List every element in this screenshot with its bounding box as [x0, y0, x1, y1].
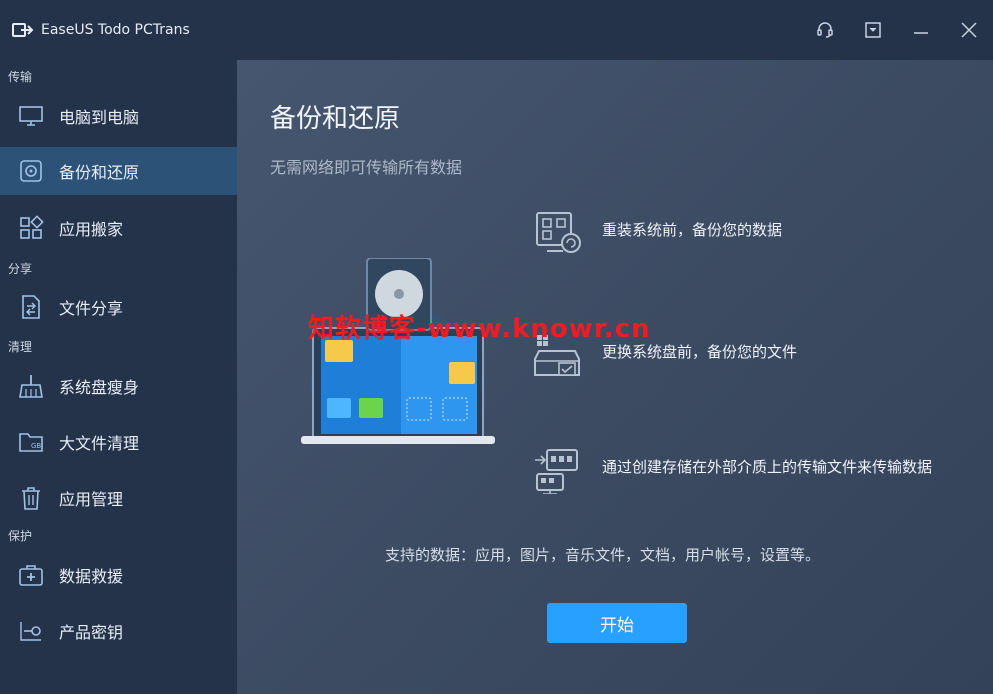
section-label-share: 分享 — [8, 262, 33, 276]
sidebar-item-label: 应用搬家 — [59, 220, 124, 239]
sidebar-item-label: 大文件清理 — [59, 434, 140, 453]
page-title: 备份和还原 — [270, 104, 401, 134]
gb-folder-icon: GB — [19, 433, 43, 452]
easeus-logo-icon — [12, 23, 34, 37]
external-transfer-icon — [535, 449, 578, 494]
app-grid-icon — [20, 215, 44, 239]
section-label-clean: 清理 — [8, 340, 33, 354]
window-controls — [801, 0, 993, 60]
rescue-kit-icon — [19, 565, 43, 586]
close-button[interactable] — [945, 0, 993, 60]
sidebar-item-label: 应用管理 — [59, 490, 124, 509]
backup-illustration — [301, 258, 495, 444]
feature-system-backup: 重装系统前，备份您的数据 — [533, 211, 932, 257]
section-label-transfer: 传输 — [8, 70, 33, 84]
sidebar: 传输 电脑到电脑 备份和还原 应用搬家 分享 文件分享 清理 系统盘瘦身 GB … — [0, 60, 237, 694]
title-bar: EaseUS Todo PCTrans — [0, 0, 993, 60]
sidebar-item-label: 电脑到电脑 — [59, 108, 140, 127]
menu-button[interactable] — [849, 0, 897, 60]
svg-text:GB: GB — [31, 442, 41, 450]
sidebar-item-label: 数据救援 — [59, 567, 124, 586]
sidebar-item-label: 产品密钥 — [59, 623, 124, 642]
sidebar-item-app-management[interactable]: 应用管理 — [0, 474, 237, 522]
supported-data-text: 支持的数据：应用，图片，音乐文件，文档，用户帐号，设置等。 — [385, 546, 821, 564]
file-share-icon — [22, 295, 40, 319]
system-backup-icon — [536, 212, 581, 253]
page-subtitle: 无需网络即可传输所有数据 — [270, 158, 463, 177]
app-title: EaseUS Todo PCTrans — [41, 22, 190, 38]
disc-backup-icon — [20, 160, 42, 182]
key-icon — [20, 622, 41, 641]
sidebar-item-data-rescue[interactable]: 数据救援 — [0, 551, 237, 599]
sidebar-item-product-key[interactable]: 产品密钥 — [0, 607, 237, 655]
start-button[interactable]: 开始 — [547, 603, 687, 643]
monitor-icon — [19, 106, 43, 126]
main-panel: 备份和还原 无需网络即可传输所有数据 重装系统前，备份您的数据 更换系统盘前，备… — [237, 60, 993, 694]
broom-icon — [19, 375, 43, 398]
sidebar-item-system-slim[interactable]: 系统盘瘦身 — [0, 362, 237, 410]
sidebar-item-large-file-cleanup[interactable]: GB 大文件清理 — [0, 418, 237, 466]
feature-text: 重装系统前，备份您的数据 — [602, 221, 783, 239]
sidebar-item-app-migration[interactable]: 应用搬家 — [0, 204, 237, 252]
dropdown-box-icon — [865, 22, 881, 38]
feature-text: 更换系统盘前，备份您的文件 — [602, 343, 798, 361]
support-button[interactable] — [801, 0, 849, 60]
trash-icon — [22, 487, 40, 510]
close-icon — [961, 22, 977, 38]
watermark-text: 知软博客-www.knowr.cn — [308, 314, 651, 344]
section-label-protect: 保护 — [8, 529, 33, 543]
sidebar-item-label: 文件分享 — [59, 299, 124, 318]
minimize-button[interactable] — [897, 0, 945, 60]
sidebar-item-label: 备份和还原 — [59, 163, 140, 182]
minimize-icon — [914, 32, 928, 34]
sidebar-item-file-share[interactable]: 文件分享 — [0, 283, 237, 331]
sidebar-item-pc-to-pc[interactable]: 电脑到电脑 — [0, 92, 237, 140]
feature-text: 通过创建存储在外部介质上的传输文件来传输数据 — [602, 458, 933, 476]
sidebar-item-backup-restore[interactable]: 备份和还原 — [0, 147, 237, 195]
sidebar-item-label: 系统盘瘦身 — [59, 378, 140, 397]
feature-external-transfer: 通过创建存储在外部介质上的传输文件来传输数据 — [533, 448, 932, 494]
headset-icon — [817, 22, 833, 38]
